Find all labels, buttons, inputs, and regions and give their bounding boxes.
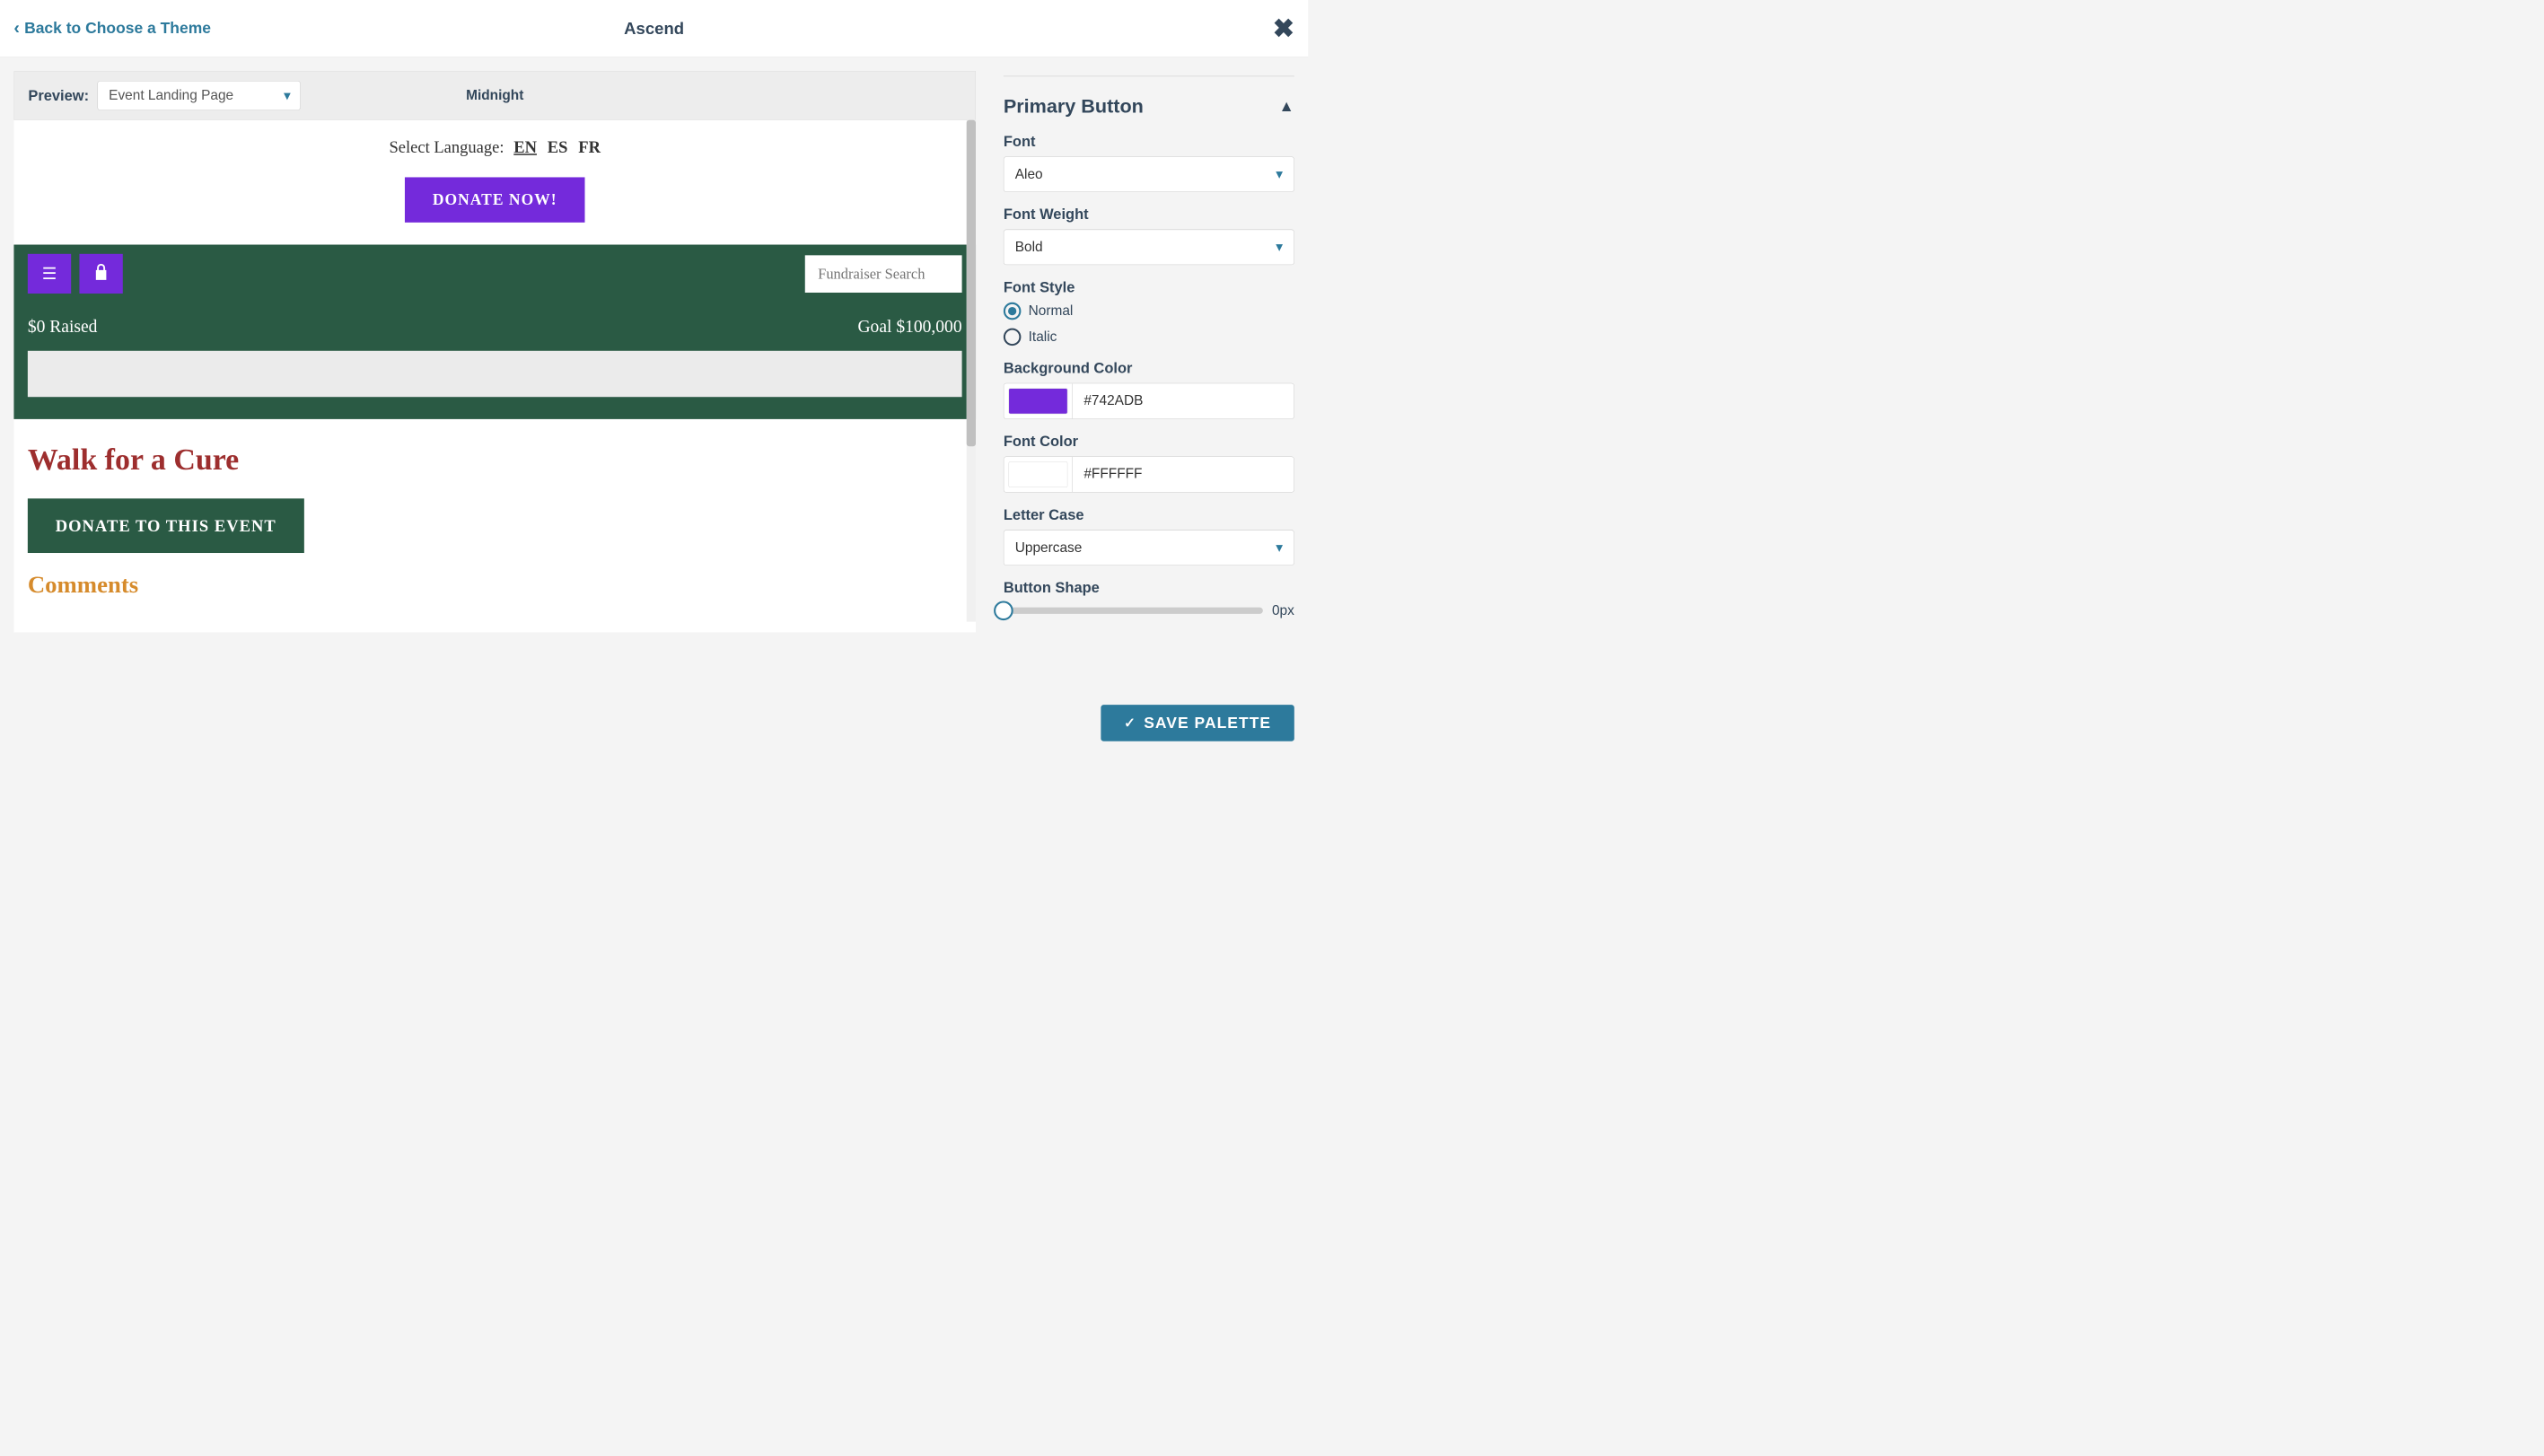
event-section: Walk for a Cure DONATE TO THIS EVENT Com… xyxy=(13,419,976,622)
preview-body: Select Language: EN ES FR DONATE NOW! ☰ xyxy=(13,120,976,622)
caret-down-icon: ▾ xyxy=(1276,539,1283,556)
button-shape-slider[interactable] xyxy=(1004,608,1263,614)
progress-bar xyxy=(28,351,962,397)
section-header-primary-button[interactable]: Primary Button ▲ xyxy=(1004,75,1294,133)
toolbar: ☰ xyxy=(28,254,962,294)
chevron-up-icon: ▲ xyxy=(1279,97,1294,115)
font-group: Font Aleo ▾ xyxy=(1004,133,1294,192)
topbar: ‹ Back to Choose a Theme Ascend ✖ xyxy=(0,0,1308,57)
donate-event-button[interactable]: DONATE TO THIS EVENT xyxy=(28,498,304,553)
radio-normal-label: Normal xyxy=(1029,303,1074,319)
lang-en[interactable]: EN xyxy=(513,138,537,157)
letter-case-label: Letter Case xyxy=(1004,506,1294,523)
lang-fr[interactable]: FR xyxy=(578,138,601,157)
donate-now-button[interactable]: DONATE NOW! xyxy=(405,177,584,222)
button-shape-label: Button Shape xyxy=(1004,579,1294,596)
font-label: Font xyxy=(1004,133,1294,150)
event-title: Walk for a Cure xyxy=(28,443,962,478)
style-group: Font Style Normal Italic xyxy=(1004,279,1294,346)
slider-thumb[interactable] xyxy=(994,601,1013,620)
caret-down-icon: ▾ xyxy=(1276,239,1283,255)
scrollbar[interactable] xyxy=(967,120,976,622)
preview-header: Preview: Event Landing Page ▾ Midnight xyxy=(13,71,976,120)
theme-name: Midnight xyxy=(466,88,523,103)
button-shape-value: 0px xyxy=(1272,603,1294,618)
bg-color-input[interactable]: #742ADB xyxy=(1004,383,1294,419)
bg-color-group: Background Color #742ADB xyxy=(1004,360,1294,419)
font-value: Aleo xyxy=(1015,166,1043,181)
main-layout: Preview: Event Landing Page ▾ Midnight S… xyxy=(0,57,1308,646)
hamburger-icon: ☰ xyxy=(42,264,57,284)
menu-button[interactable]: ☰ xyxy=(28,254,71,294)
font-color-input[interactable]: #FFFFFF xyxy=(1004,457,1294,493)
page-title: Ascend xyxy=(624,19,684,39)
language-bar: Select Language: EN ES FR xyxy=(13,120,976,168)
style-label: Font Style xyxy=(1004,279,1294,296)
back-link[interactable]: ‹ Back to Choose a Theme xyxy=(13,19,211,39)
scrollbar-thumb[interactable] xyxy=(967,120,976,446)
letter-case-select[interactable]: Uppercase ▾ xyxy=(1004,530,1294,566)
chevron-left-icon: ‹ xyxy=(13,19,20,39)
weight-group: Font Weight Bold ▾ xyxy=(1004,206,1294,265)
color-swatch-wrap xyxy=(1004,383,1073,418)
save-label: SAVE PALETTE xyxy=(1144,714,1271,732)
close-icon[interactable]: ✖ xyxy=(1273,13,1294,44)
back-link-label: Back to Choose a Theme xyxy=(24,20,211,38)
radio-italic-label: Italic xyxy=(1029,329,1057,345)
goal-label: Goal $100,000 xyxy=(857,317,961,338)
preview-page-value: Event Landing Page xyxy=(109,88,233,103)
preview-label: Preview: xyxy=(28,87,89,104)
progress-section: ☰ $0 Raised Goal $100,000 xyxy=(13,245,976,419)
font-color-group: Font Color #FFFFFF xyxy=(1004,433,1294,492)
radio-normal[interactable]: Normal xyxy=(1004,303,1294,320)
settings-sidebar: Primary Button ▲ Font Aleo ▾ Font Weight… xyxy=(1004,71,1294,632)
bg-color-swatch[interactable] xyxy=(1009,388,1068,414)
font-select[interactable]: Aleo ▾ xyxy=(1004,156,1294,192)
progress-row: $0 Raised Goal $100,000 xyxy=(28,317,962,338)
fundraiser-search-input[interactable] xyxy=(805,255,962,293)
lang-label: Select Language: xyxy=(389,138,504,157)
letter-case-value: Uppercase xyxy=(1015,539,1083,555)
bg-color-label: Background Color xyxy=(1004,360,1294,377)
font-color-swatch[interactable] xyxy=(1009,461,1068,487)
color-swatch-wrap xyxy=(1004,457,1073,492)
comments-heading: Comments xyxy=(28,572,962,599)
caret-down-icon: ▾ xyxy=(284,87,291,103)
lock-button[interactable] xyxy=(79,254,122,294)
button-shape-group: Button Shape 0px xyxy=(1004,579,1294,618)
lang-es[interactable]: ES xyxy=(548,138,568,157)
weight-label: Font Weight xyxy=(1004,206,1294,223)
weight-select[interactable]: Bold ▾ xyxy=(1004,230,1294,266)
check-icon: ✓ xyxy=(1124,715,1136,731)
radio-icon xyxy=(1004,329,1022,346)
radio-icon xyxy=(1004,303,1022,320)
caret-down-icon: ▾ xyxy=(1276,166,1283,182)
font-color-label: Font Color xyxy=(1004,433,1294,450)
letter-case-group: Letter Case Uppercase ▾ xyxy=(1004,506,1294,566)
radio-italic[interactable]: Italic xyxy=(1004,329,1294,346)
font-color-value[interactable]: #FFFFFF xyxy=(1073,457,1294,492)
preview-page-select[interactable]: Event Landing Page ▾ xyxy=(97,81,300,110)
bg-color-value[interactable]: #742ADB xyxy=(1073,383,1294,418)
button-shape-slider-row: 0px xyxy=(1004,603,1294,618)
lock-icon xyxy=(94,263,108,284)
save-palette-button[interactable]: ✓ SAVE PALETTE xyxy=(1101,705,1294,741)
section-title: Primary Button xyxy=(1004,95,1144,118)
preview-panel: Preview: Event Landing Page ▾ Midnight S… xyxy=(13,71,976,632)
weight-value: Bold xyxy=(1015,240,1043,255)
raised-label: $0 Raised xyxy=(28,317,98,338)
